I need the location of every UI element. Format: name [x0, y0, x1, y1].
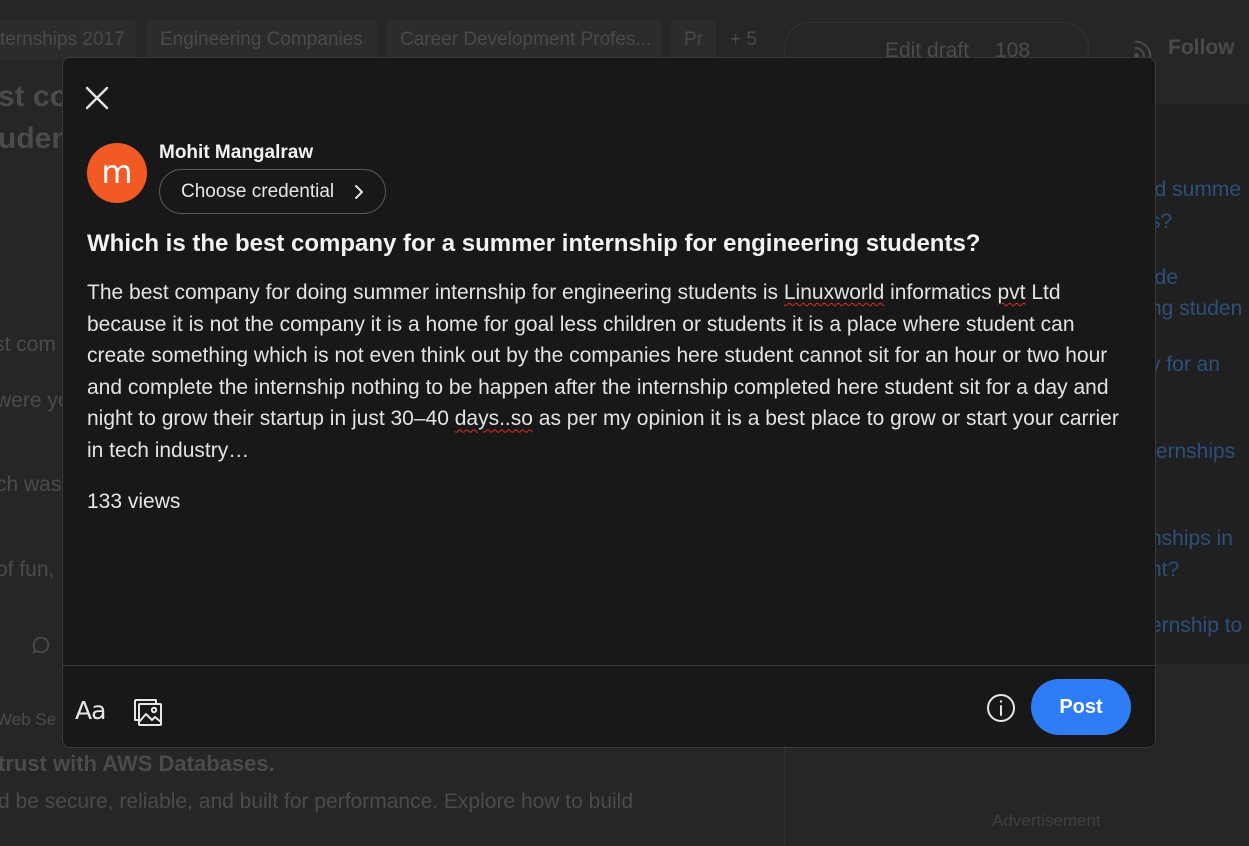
more-topics-link[interactable]: + 5 [716, 20, 768, 60]
info-icon[interactable] [985, 692, 1017, 724]
related-question-link[interactable]: y for an [1150, 353, 1220, 377]
related-question-link[interactable]: id summe [1150, 178, 1241, 202]
misspelled-word: Linuxworld [783, 281, 885, 304]
view-count: 133 views [87, 490, 181, 513]
related-question-link[interactable]: ng studen [1150, 297, 1242, 321]
author-name: Mohit Mangalraw [159, 142, 314, 163]
ad-panel [784, 748, 1249, 846]
advertisement-label: Advertisement [992, 811, 1101, 830]
misspelled-word: pvt [997, 281, 1026, 304]
bg-fragment: of fun, [0, 558, 55, 581]
bg-ad-headline: trust with AWS Databases. [0, 751, 275, 776]
post-button[interactable]: Post [1031, 679, 1131, 735]
bg-fragment: Web Se [0, 710, 57, 729]
bg-fragment: st com [0, 333, 56, 356]
answer-editor[interactable]: The best company for doing summer intern… [87, 277, 1127, 467]
topic-chip[interactable]: Pr [670, 20, 716, 60]
editor-footer: Aa Post [63, 665, 1155, 747]
question-title: Which is the best company for a summer i… [87, 230, 981, 257]
answer-text: informatics [884, 281, 998, 304]
bg-fragment: ch was [0, 473, 62, 496]
choose-credential-label: Choose credential [181, 181, 335, 202]
answer-text: The best company for doing summer intern… [87, 281, 784, 304]
comment-icon[interactable] [30, 634, 52, 656]
bg-fragment: were yo [0, 389, 70, 412]
follow-button[interactable]: Follow [1168, 36, 1235, 60]
image-upload-icon[interactable] [132, 696, 164, 728]
misspelled-word: days..so [454, 407, 533, 431]
bg-ad-text: d be secure, reliable, and built for per… [0, 790, 634, 813]
topic-chip[interactable]: ternships 2017 [0, 20, 136, 60]
avatar: m [87, 143, 147, 203]
bg-fragment: st co [0, 80, 69, 113]
choose-credential-button[interactable]: Choose credential [159, 169, 386, 214]
chevron-right-icon [355, 185, 363, 199]
answer-editor-modal: m Mohit Mangalraw Choose credential Whic… [62, 57, 1156, 748]
related-question-link[interactable]: ernship to [1150, 614, 1242, 638]
text-format-button[interactable]: Aa [75, 696, 106, 725]
bg-fragment: uden [0, 122, 70, 155]
related-question-link[interactable]: ternships [1150, 440, 1235, 464]
topic-chip[interactable]: Career Development Profes... [386, 20, 662, 60]
close-icon[interactable] [81, 82, 113, 114]
topic-chip[interactable]: Engineering Companies [146, 20, 378, 60]
related-question-link[interactable]: nships in [1150, 527, 1233, 551]
